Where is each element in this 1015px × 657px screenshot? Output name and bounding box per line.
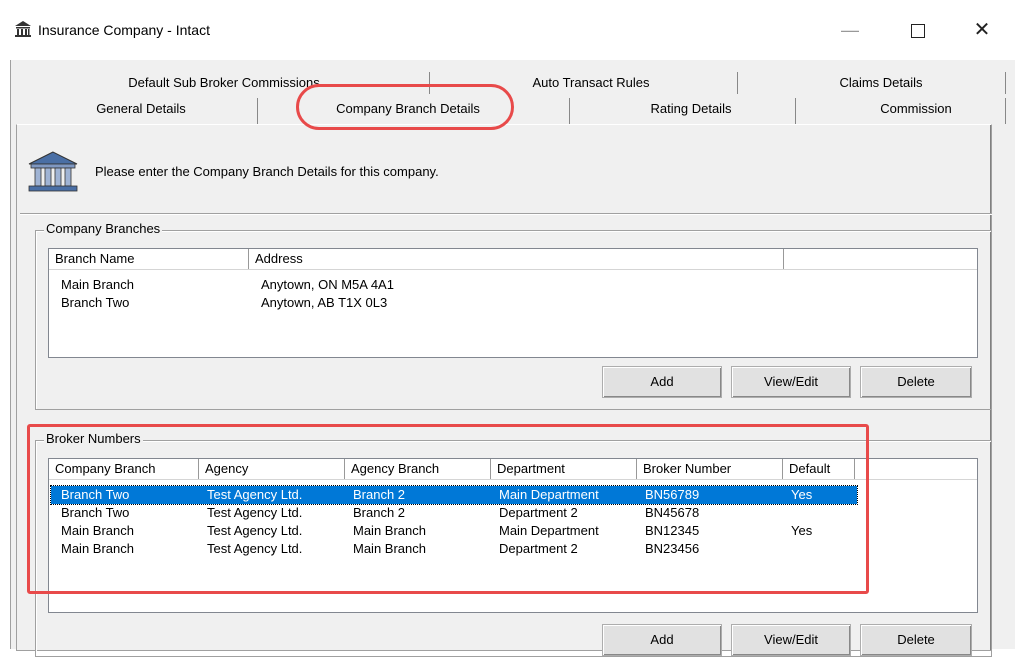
tab-divider xyxy=(1005,98,1006,124)
tab-label: Claims Details xyxy=(839,75,923,90)
tab-divider xyxy=(737,72,738,94)
tab-general-details[interactable]: General Details xyxy=(51,98,231,120)
tab-label: Rating Details xyxy=(650,101,732,116)
separator-line xyxy=(20,213,992,215)
tab-rating-details[interactable]: Rating Details xyxy=(611,98,771,120)
tab-divider xyxy=(569,98,570,124)
cell-address: Anytown, AB T1X 0L3 xyxy=(261,295,388,310)
company-branches-label: Company Branches xyxy=(44,221,163,236)
cell-branch-name: Branch Two xyxy=(61,295,130,310)
maximize-button[interactable] xyxy=(898,14,938,46)
highlight-rect-annotation xyxy=(27,424,869,594)
tab-label: Commission xyxy=(880,101,952,116)
title-bar: Insurance Company - Intact — ✕ xyxy=(0,0,1015,60)
list-item[interactable]: Branch Two Anytown, AB T1X 0L3 xyxy=(51,294,976,312)
branch-view-edit-button[interactable]: View/Edit xyxy=(731,366,851,398)
tab-commission[interactable]: Commission xyxy=(841,98,991,120)
tab-divider xyxy=(1005,72,1006,94)
tab-divider xyxy=(257,98,258,124)
minimize-button[interactable]: — xyxy=(830,14,870,46)
broker-view-edit-button[interactable]: View/Edit xyxy=(731,624,851,656)
info-message: Please enter the Company Branch Details … xyxy=(95,164,439,179)
window-title: Insurance Company - Intact xyxy=(38,22,210,38)
cell-branch-name: Main Branch xyxy=(61,277,134,292)
column-header-empty xyxy=(784,249,979,269)
cell-address: Anytown, ON M5A 4A1 xyxy=(261,277,394,292)
close-button[interactable]: ✕ xyxy=(962,14,1002,46)
column-header-branch-name[interactable]: Branch Name xyxy=(49,249,249,269)
tab-label: Auto Transact Rules xyxy=(532,75,650,90)
column-header-address[interactable]: Address xyxy=(249,249,784,269)
highlight-oval-annotation xyxy=(296,84,514,130)
tab-label: General Details xyxy=(96,101,186,116)
broker-add-button[interactable]: Add xyxy=(602,624,722,656)
tab-divider xyxy=(795,98,796,124)
bank-building-icon xyxy=(15,21,31,37)
maximize-icon xyxy=(911,24,925,39)
column-header-empty xyxy=(855,459,979,479)
company-branches-list[interactable]: Branch Name Address Main Branch Anytown,… xyxy=(48,248,978,358)
tab-claims-details[interactable]: Claims Details xyxy=(781,72,981,94)
bank-building-icon xyxy=(28,151,78,192)
list-item[interactable]: Main Branch Anytown, ON M5A 4A1 xyxy=(51,276,976,294)
list-header: Branch Name Address xyxy=(49,249,977,270)
broker-delete-button[interactable]: Delete xyxy=(860,624,972,656)
branch-delete-button[interactable]: Delete xyxy=(860,366,972,398)
tab-label: Default Sub Broker Commissions xyxy=(128,75,320,90)
branch-add-button[interactable]: Add xyxy=(602,366,722,398)
